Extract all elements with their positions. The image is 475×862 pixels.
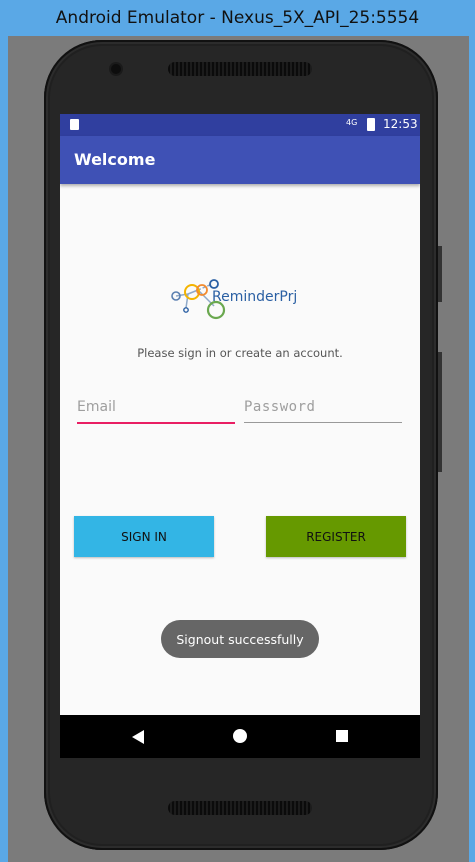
status-bar: 4G 12:53 bbox=[60, 114, 420, 136]
page-title: Welcome bbox=[74, 150, 156, 169]
password-field[interactable] bbox=[244, 396, 402, 423]
sd-card-icon bbox=[70, 119, 79, 130]
email-input[interactable] bbox=[77, 396, 235, 418]
emulator-title-bar: Android Emulator - Nexus_5X_API_25:5554 bbox=[0, 0, 475, 36]
register-button[interactable]: REGISTER bbox=[266, 516, 406, 557]
app-logo: ReminderPrj bbox=[168, 276, 318, 322]
power-button[interactable] bbox=[438, 352, 442, 472]
sign-in-button[interactable]: SIGN IN bbox=[74, 516, 214, 557]
password-input[interactable] bbox=[244, 396, 402, 418]
battery-icon bbox=[367, 118, 375, 131]
top-speaker bbox=[168, 62, 312, 76]
window-frame-right bbox=[469, 36, 475, 862]
email-field[interactable] bbox=[77, 396, 235, 424]
front-camera bbox=[111, 64, 121, 74]
volume-button[interactable] bbox=[438, 246, 442, 302]
signin-instructions: Please sign in or create an account. bbox=[137, 346, 343, 360]
logo-text: ReminderPrj bbox=[212, 289, 298, 305]
emulator-title: Android Emulator - Nexus_5X_API_25:5554 bbox=[55, 8, 420, 28]
status-time: 12:53 bbox=[383, 117, 418, 131]
network-type: 4G bbox=[346, 118, 358, 127]
navigation-bar bbox=[60, 715, 420, 758]
back-icon[interactable] bbox=[132, 730, 144, 744]
device-screen: 4G 12:53 Welcome ReminderPrj Please sign… bbox=[60, 114, 420, 758]
recents-icon[interactable] bbox=[336, 730, 348, 742]
bottom-speaker bbox=[168, 801, 312, 815]
toast-message: Signout successfully bbox=[161, 620, 319, 658]
app-bar: Welcome bbox=[60, 136, 420, 184]
window-frame-left bbox=[0, 36, 8, 862]
home-icon[interactable] bbox=[233, 729, 247, 743]
